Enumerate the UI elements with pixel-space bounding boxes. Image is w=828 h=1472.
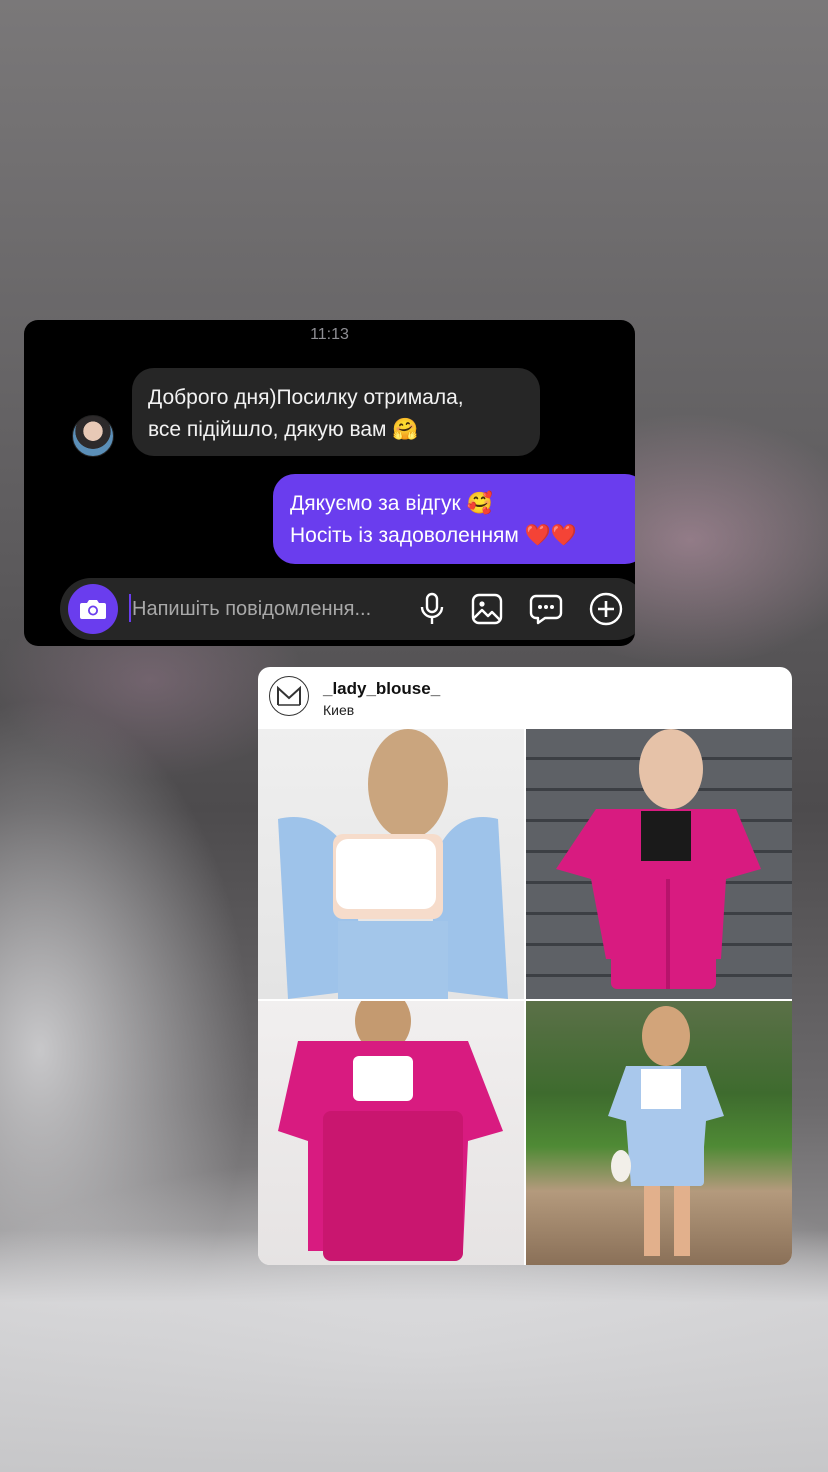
message-time: 11:13 [310,326,349,343]
outgoing-message-bubble[interactable]: Дякуємо за відгук 🥰 Носіть із задоволенн… [273,474,635,564]
product-photo-4[interactable] [526,1001,792,1265]
plus-button[interactable] [589,592,623,626]
plus-icon [589,592,623,626]
background-shelf [0,1230,828,1472]
incoming-message-line-1: Доброго дня)Посилку отримала, [148,386,464,409]
camera-icon [80,600,106,619]
photo-illustration [608,1006,724,1256]
outgoing-message-line-1: Дякуємо за відгук 🥰 [290,492,493,515]
gallery-button[interactable] [470,592,504,626]
outgoing-message-line-2: Носіть із задоволенням ❤️❤️ [290,524,577,547]
camera-button[interactable] [68,584,118,634]
brand-logo-icon [277,685,301,706]
avatar[interactable] [72,415,114,457]
product-photo-2[interactable] [526,729,792,999]
photo-illustration [556,729,761,989]
photo-illustration [278,729,508,999]
gallery-icon [471,593,503,625]
product-photo-1[interactable] [258,729,524,999]
instagram-post-card[interactable]: _lady_blouse_ Киев [258,667,792,1265]
text-caret [129,594,131,622]
post-username[interactable]: _lady_blouse_ [323,679,440,699]
product-photo-3[interactable] [258,1001,524,1265]
sticker-icon [529,594,563,625]
message-composer: Напишіть повідомлення... [60,578,635,640]
profile-logo[interactable] [269,676,309,716]
sticker-button[interactable] [529,592,563,626]
photo-illustration [278,1001,503,1261]
post-location[interactable]: Киев [323,702,354,718]
incoming-message-bubble[interactable]: Доброго дня)Посилку отримала, все підійш… [132,368,540,456]
chat-panel: 11:13 Доброго дня)Посилку отримала, все … [24,320,635,646]
microphone-icon [420,592,444,624]
message-input[interactable]: Напишіть повідомлення... [132,598,371,621]
microphone-button[interactable] [415,592,449,626]
incoming-message-line-2: все підійшло, дякую вам 🤗 [148,418,419,441]
